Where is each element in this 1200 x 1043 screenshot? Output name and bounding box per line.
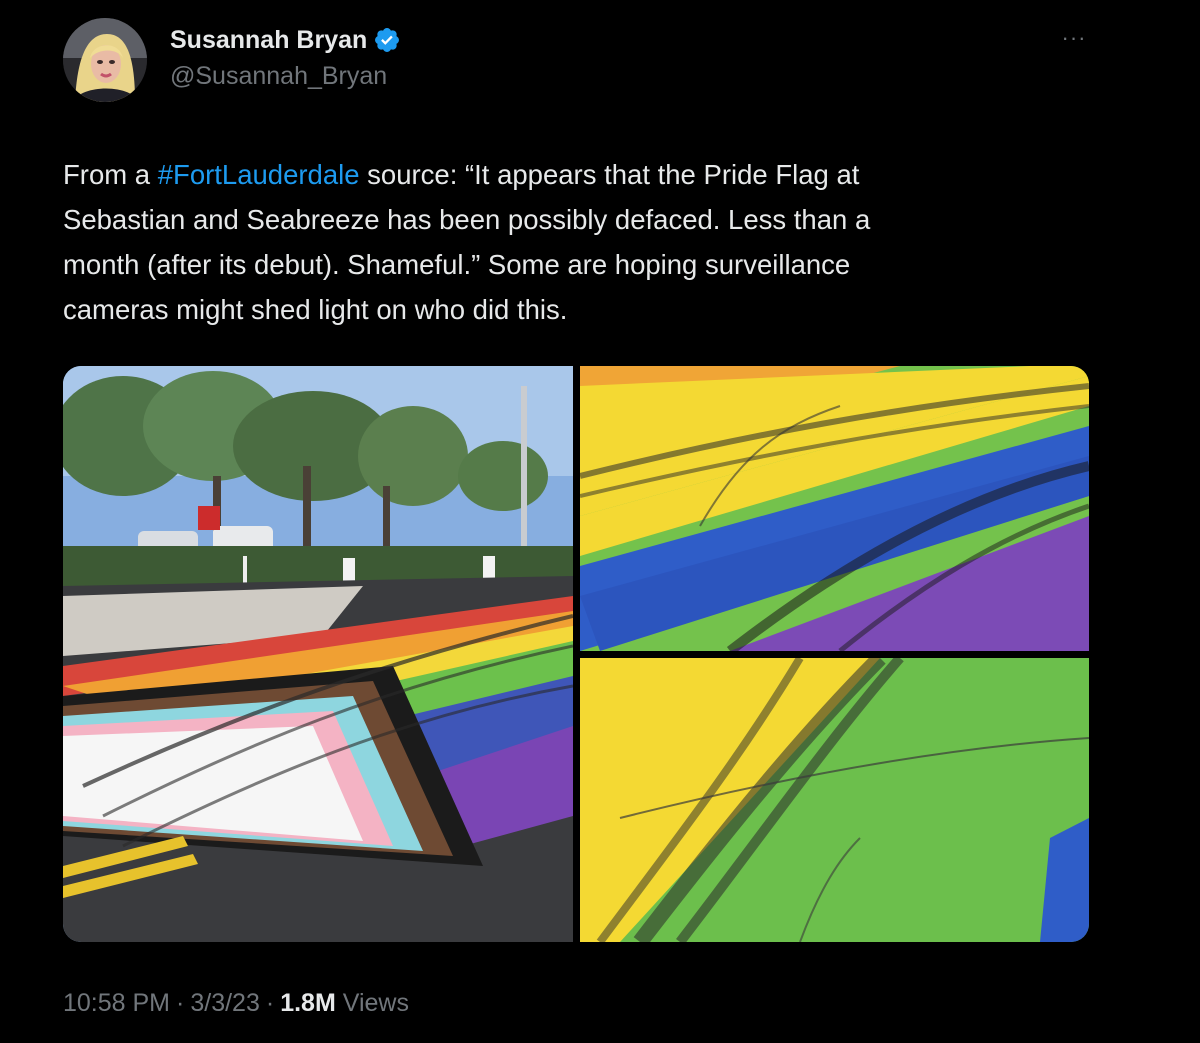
media-grid — [63, 366, 1089, 942]
tweet-time[interactable]: 10:58 PM — [63, 989, 170, 1017]
tire-marks-closeup-photo-1[interactable] — [580, 366, 1089, 651]
views-count[interactable]: 1.8M — [280, 989, 336, 1017]
separator: · — [176, 989, 185, 1017]
tweet-meta: 10:58 PM · 3/3/23 · 1.8M Views — [63, 986, 409, 1020]
verified-badge-icon — [373, 26, 401, 54]
tire-marks-closeup-photo-2[interactable] — [580, 658, 1089, 942]
views-label: Views — [342, 989, 409, 1017]
tweet-text-before: From a — [63, 159, 158, 190]
avatar[interactable] — [63, 18, 147, 102]
tweet-text: From a #FortLauderdale source: “It appea… — [63, 152, 1093, 332]
author-handle[interactable]: @Susannah_Bryan — [170, 60, 387, 92]
more-options-icon[interactable]: ··· — [1058, 26, 1090, 50]
hashtag-link[interactable]: #FortLauderdale — [158, 159, 360, 190]
separator: · — [265, 989, 275, 1017]
display-name[interactable]: Susannah Bryan — [170, 24, 401, 56]
author-name[interactable]: Susannah Bryan — [170, 24, 367, 56]
street-crosswalk-photo[interactable] — [63, 366, 573, 942]
tweet-date[interactable]: 3/3/23 — [190, 989, 260, 1017]
